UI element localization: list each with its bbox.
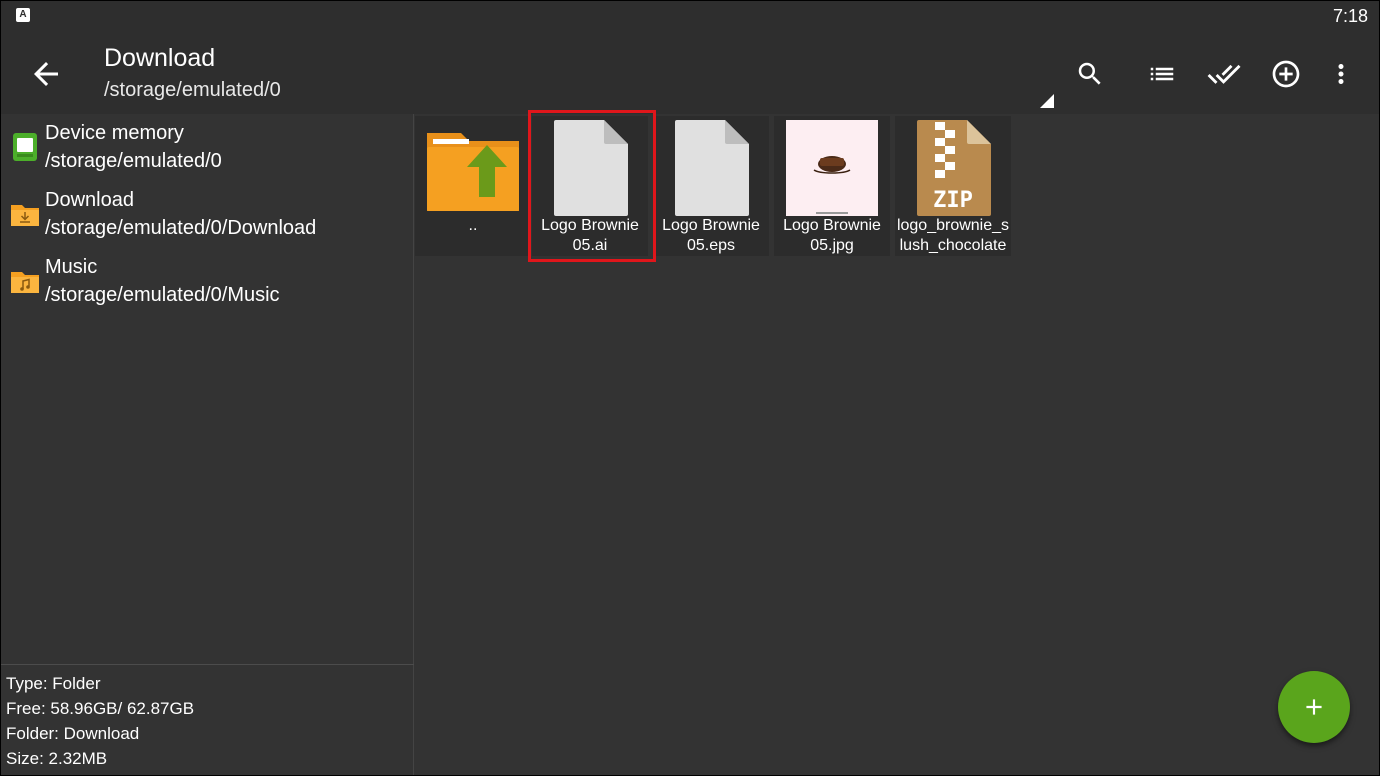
- file-name: ..: [468, 217, 478, 234]
- file-item-jpg[interactable]: Logo Brownie 05.jpg: [774, 116, 890, 256]
- corner-indicator-icon: [1040, 94, 1054, 108]
- sidebar-item-path: /storage/emulated/0/Music: [45, 284, 280, 306]
- notification-icon: A: [16, 8, 30, 22]
- file-name: logo_brownie_s lush_chocolate: [896, 217, 1010, 254]
- sidebar-item-download[interactable]: Download /storage/emulated/0/Download: [0, 181, 414, 247]
- device-memory-icon: [13, 133, 37, 161]
- sidebar-item-path: /storage/emulated/0/Download: [45, 217, 317, 239]
- file-name: Logo Brownie 05.jpg: [783, 217, 881, 254]
- file-item-eps[interactable]: Logo Brownie 05.eps: [653, 116, 769, 256]
- sidebar-item-device-memory[interactable]: Device memory /storage/emulated/0: [0, 114, 414, 180]
- download-folder-icon: [11, 205, 39, 226]
- back-arrow-icon: [34, 62, 58, 86]
- info-folder: Folder: Download: [6, 724, 140, 743]
- list-view-icon: [1150, 67, 1174, 81]
- app-bar: Download /storage/emulated/0: [0, 32, 1380, 114]
- image-thumbnail: [782, 118, 882, 218]
- sidebar-item-path: /storage/emulated/0: [45, 150, 222, 172]
- info-type: Type: Folder: [6, 674, 101, 693]
- sidebar-item-label: Download: [45, 189, 134, 211]
- file-item-parent[interactable]: ..: [415, 116, 531, 256]
- page-title: Download: [104, 44, 216, 72]
- file-item-zip[interactable]: ZIP logo_brownie_s lush_chocolate: [895, 116, 1011, 256]
- add-button[interactable]: [1266, 54, 1306, 94]
- status-time: 7:18: [1332, 6, 1368, 26]
- sidebar-item-label: Music: [45, 256, 98, 278]
- info-free-space: Free: 58.96GB/ 62.87GB: [6, 699, 195, 718]
- parent-folder-icon: [423, 118, 523, 218]
- status-bar: A 7:18: [0, 0, 1380, 32]
- sidebar: Device memory /storage/emulated/0 Downlo…: [0, 114, 414, 776]
- more-options-button[interactable]: [1321, 54, 1361, 94]
- file-name: Logo Brownie 05.eps: [662, 217, 760, 254]
- sidebar-divider: [0, 664, 414, 665]
- info-size: Size: 2.32MB: [6, 749, 108, 768]
- list-view-button[interactable]: [1142, 54, 1182, 94]
- search-icon: [1078, 62, 1101, 85]
- sidebar-item-music[interactable]: Music /storage/emulated/0/Music: [0, 248, 414, 314]
- more-vert-icon: [1338, 64, 1344, 84]
- back-button[interactable]: [28, 56, 64, 92]
- sidebar-item-label: Device memory: [45, 122, 184, 144]
- search-button[interactable]: [1070, 54, 1110, 94]
- selection-highlight: [528, 110, 656, 262]
- document-icon: [661, 118, 761, 218]
- zip-badge: ZIP: [933, 188, 973, 213]
- add-circle-icon: [1272, 60, 1300, 88]
- fab-add-button[interactable]: [1278, 671, 1350, 743]
- music-folder-icon: [11, 272, 39, 293]
- select-all-button[interactable]: [1204, 54, 1244, 94]
- page-path: /storage/emulated/0: [104, 79, 281, 101]
- plus-icon: [1306, 699, 1322, 715]
- select-all-icon: [1207, 64, 1241, 84]
